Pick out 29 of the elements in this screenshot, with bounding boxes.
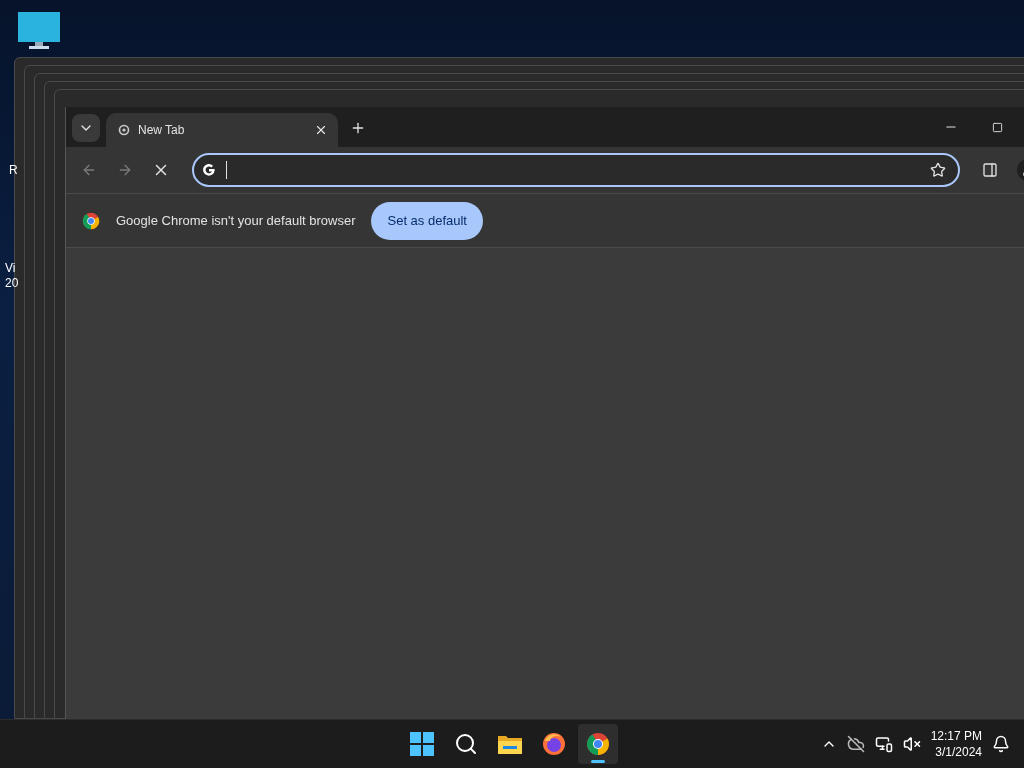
folder-icon — [497, 733, 523, 755]
bookmark-star-icon[interactable] — [930, 162, 946, 178]
notification-bell-icon[interactable] — [992, 735, 1010, 753]
maximize-icon — [991, 121, 1003, 133]
desktop-icon-label: R — [9, 163, 18, 177]
firefox-icon — [542, 732, 566, 756]
computer-icon[interactable] — [17, 12, 61, 50]
chrome-icon — [586, 732, 610, 756]
tab-favicon-icon — [118, 124, 130, 136]
default-browser-message: Google Chrome isn't your default browser — [116, 213, 356, 228]
clock[interactable]: 12:17 PM 3/1/2024 — [930, 728, 982, 760]
plus-icon — [350, 120, 366, 136]
chrome-taskbar-button[interactable] — [578, 724, 618, 764]
back-arrow-icon — [81, 162, 97, 178]
cloud-off-icon[interactable] — [846, 735, 865, 753]
chrome-logo-icon — [82, 211, 100, 230]
set-as-default-button[interactable]: Set as default — [371, 201, 483, 240]
desktop-icon-label: 20 — [5, 276, 19, 290]
tab-search-button[interactable] — [72, 114, 100, 142]
windows-logo-icon — [410, 732, 434, 756]
close-tab-icon[interactable] — [314, 123, 328, 137]
desktop-icon-label: Vi — [5, 261, 16, 275]
forward-arrow-icon — [117, 162, 133, 178]
browser-tab[interactable]: New Tab — [106, 113, 338, 147]
google-g-icon — [202, 163, 216, 177]
volume-muted-icon[interactable] — [902, 735, 921, 753]
search-icon — [454, 732, 478, 756]
side-panel-icon — [982, 162, 998, 178]
network-icon[interactable] — [874, 735, 893, 753]
